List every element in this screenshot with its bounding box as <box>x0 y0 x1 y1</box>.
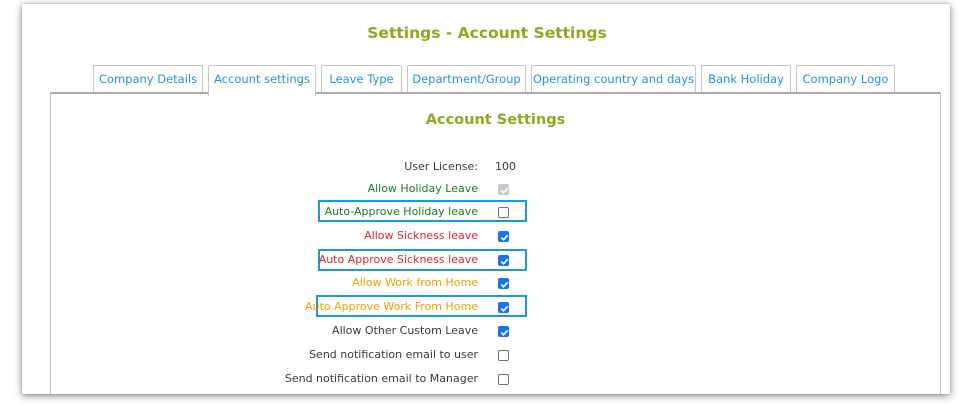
allow-other-custom-leave-label: Allow Other Custom Leave <box>332 324 478 337</box>
tab-bank-holiday[interactable]: Bank Holiday <box>701 65 791 93</box>
auto-approve-holiday-label: Auto-Approve Holiday leave <box>324 205 478 218</box>
tab-company-details[interactable]: Company Details <box>93 65 203 93</box>
settings-window: Settings - Account Settings Company Deta… <box>22 4 950 394</box>
tab-operating-country[interactable]: Operating country and days <box>531 65 696 93</box>
check-mark-icon <box>500 305 509 312</box>
page-title: Settings - Account Settings <box>367 24 607 42</box>
notify-user-checkbox[interactable] <box>498 350 509 361</box>
check-mark-icon <box>500 281 509 288</box>
auto-approve-holiday-checkbox[interactable] <box>498 207 509 218</box>
check-mark-icon <box>500 187 509 194</box>
allow-holiday-leave-label: Allow Holiday Leave <box>367 182 478 195</box>
notify-manager-checkbox[interactable] <box>498 374 509 385</box>
allow-wfh-label: Allow Work from Home <box>352 276 478 289</box>
tab-leave-type[interactable]: Leave Type <box>321 65 402 93</box>
auto-approve-sickness-label: Auto Approve Sickness leave <box>318 253 478 266</box>
check-mark-icon <box>500 234 509 241</box>
allow-holiday-leave-checkbox <box>498 184 509 195</box>
check-mark-icon <box>500 258 509 265</box>
tab-company-logo[interactable]: Company Logo <box>796 65 895 93</box>
auto-approve-wfh-label: Auto Approve Work From Home <box>305 300 478 313</box>
auto-approve-sickness-checkbox[interactable] <box>498 255 509 266</box>
allow-other-custom-leave-checkbox[interactable] <box>498 326 509 337</box>
allow-wfh-checkbox[interactable] <box>498 278 509 289</box>
tab-department-group[interactable]: Department/Group <box>407 65 526 93</box>
notify-user-label: Send notification email to user <box>309 348 478 361</box>
allow-sickness-leave-checkbox[interactable] <box>498 231 509 242</box>
user-license-label: User License: <box>404 160 478 173</box>
user-license-value: 100 <box>495 160 516 173</box>
check-mark-icon <box>500 329 509 336</box>
panel-title: Account Settings <box>425 112 566 128</box>
allow-sickness-leave-label: Allow Sickness leave <box>364 229 478 242</box>
auto-approve-wfh-checkbox[interactable] <box>498 302 509 313</box>
account-settings-panel: Account Settings User License: 100 Allow… <box>50 92 941 394</box>
notify-manager-label: Send notification email to Manager <box>284 372 478 385</box>
tab-account-settings[interactable]: Account settings <box>208 65 316 96</box>
